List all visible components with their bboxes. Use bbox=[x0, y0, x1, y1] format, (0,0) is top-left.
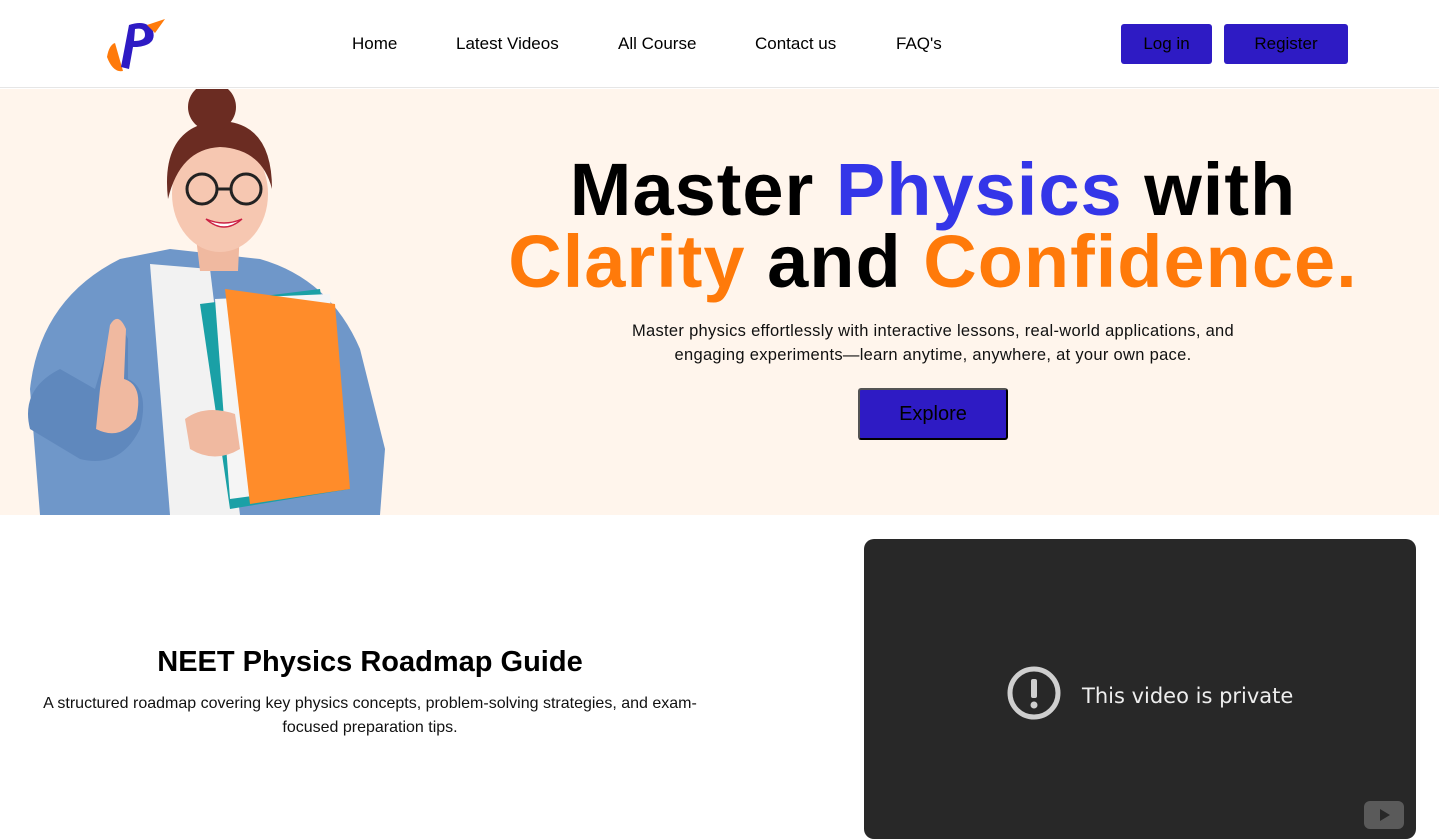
video-status-text: This video is private bbox=[1082, 683, 1294, 708]
roadmap-section: NEET Physics Roadmap Guide A structured … bbox=[0, 516, 1439, 839]
video-private-message: This video is private bbox=[1006, 665, 1293, 726]
nav-contact-us[interactable]: Contact us bbox=[755, 34, 836, 54]
hero-title-highlight-confidence: Confidence. bbox=[923, 220, 1358, 303]
hero-title-word: with bbox=[1144, 148, 1297, 231]
youtube-icon[interactable] bbox=[1364, 801, 1404, 829]
alert-icon bbox=[1006, 665, 1062, 726]
nav-latest-videos[interactable]: Latest Videos bbox=[456, 34, 559, 54]
nav-faqs[interactable]: FAQ's bbox=[896, 34, 942, 54]
register-button[interactable]: Register bbox=[1224, 24, 1348, 64]
roadmap-title: NEET Physics Roadmap Guide bbox=[157, 646, 583, 678]
roadmap-description: A structured roadmap covering key physic… bbox=[43, 695, 697, 736]
nav-home[interactable]: Home bbox=[352, 34, 397, 54]
hero-title-highlight-physics: Physics bbox=[835, 148, 1123, 231]
hero-section: Master Physics with Clarity and Confiden… bbox=[0, 89, 1439, 515]
hero-subtitle: Master physics effortlessly with interac… bbox=[631, 322, 1235, 364]
hero-title: Master Physics with Clarity and Confiden… bbox=[500, 153, 1366, 299]
brand-logo[interactable] bbox=[103, 17, 167, 73]
nav-all-course[interactable]: All Course bbox=[618, 34, 696, 54]
hero-title-word: Master bbox=[569, 148, 815, 231]
explore-button[interactable]: Explore bbox=[858, 388, 1008, 440]
student-photo bbox=[0, 89, 400, 515]
site-header: Home Latest Videos All Course Contact us… bbox=[0, 0, 1439, 88]
video-embed[interactable]: This video is private bbox=[864, 539, 1416, 839]
hero-title-highlight-clarity: Clarity bbox=[508, 220, 746, 303]
login-button[interactable]: Log in bbox=[1121, 24, 1212, 64]
hero-title-word: and bbox=[767, 220, 902, 303]
